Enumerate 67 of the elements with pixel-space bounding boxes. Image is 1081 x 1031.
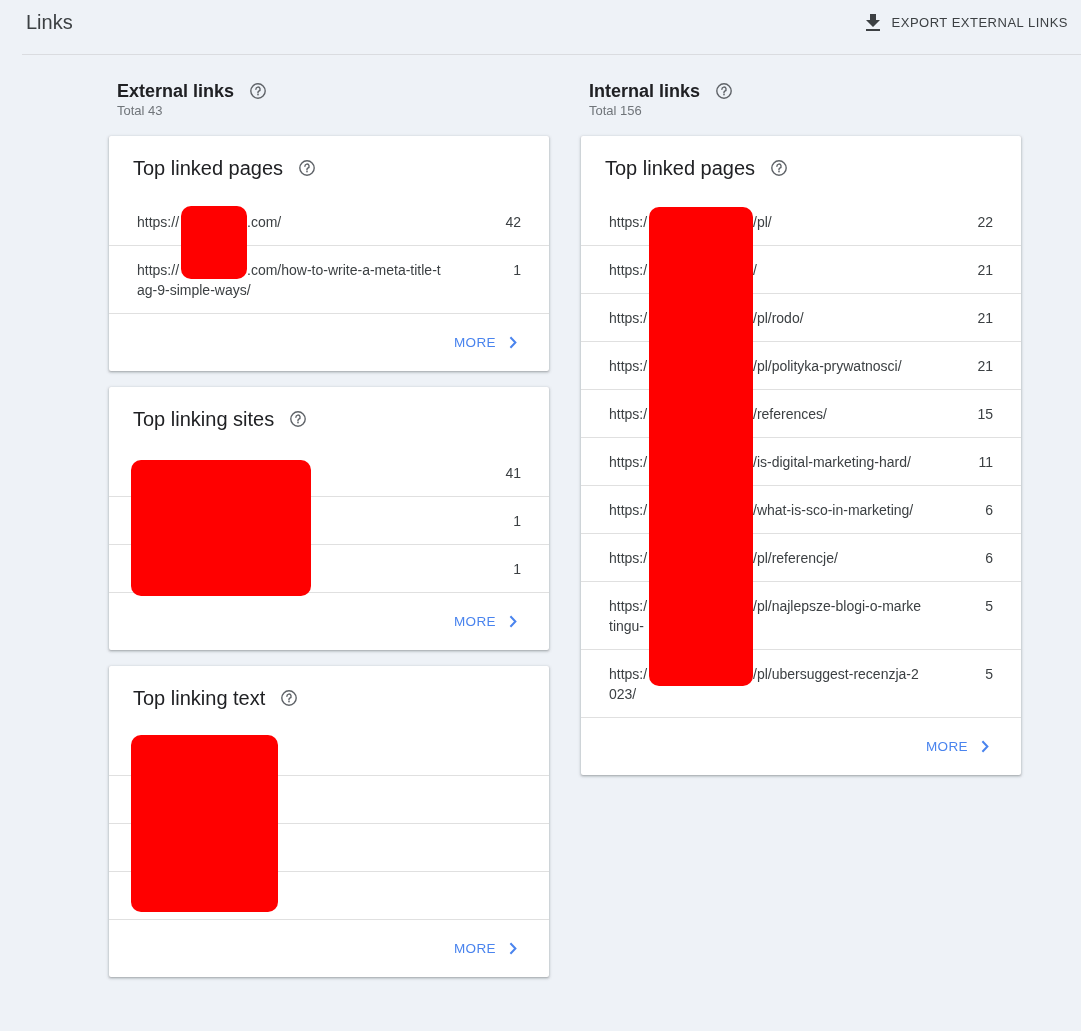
card-title: Top linking text (133, 686, 266, 710)
help-icon[interactable] (250, 83, 267, 99)
card-title: Top linked pages (133, 156, 284, 180)
link-count: 21 (977, 261, 993, 280)
url-text: 023/ (609, 685, 637, 704)
link-count: 5 (985, 665, 993, 684)
total-count: Total 156 (589, 103, 642, 119)
link-count: 21 (977, 309, 993, 328)
url-text: https:/ (609, 405, 648, 424)
url-text: https:/ (609, 665, 648, 684)
total-count: Total 43 (117, 103, 163, 119)
help-icon[interactable] (299, 160, 316, 176)
link-count: 42 (505, 213, 521, 232)
url-text: /is-digital-marketing-hard/ (753, 453, 911, 472)
link-count: 6 (985, 549, 993, 568)
url-text: https:/ (609, 453, 648, 472)
url-text: /pl/ (753, 213, 772, 232)
chevron-right-icon (509, 615, 517, 628)
link-count: 15 (977, 405, 993, 424)
url-text: ag-9-simple-ways/ (137, 281, 251, 300)
url-text: /pl/rodo/ (753, 309, 804, 328)
url-text: /pl/polityka-prywatnosci/ (753, 357, 902, 376)
link-count: 11 (978, 453, 993, 472)
chevron-right-icon (509, 942, 517, 955)
more-button[interactable]: MORE (453, 935, 517, 962)
link-count: 1 (513, 512, 521, 531)
link-count: 41 (505, 464, 521, 483)
url-text: /references/ (753, 405, 827, 424)
help-icon[interactable] (281, 690, 298, 706)
url-text: https:/ (609, 261, 648, 280)
link-count: 5 (985, 597, 993, 616)
chevron-right-icon (981, 740, 989, 753)
url-text: /pl/referencje/ (753, 549, 838, 568)
url-text: / (753, 261, 757, 280)
export-button[interactable]: EXPORT EXTERNAL LINKS (857, 7, 1076, 37)
more-button[interactable]: MORE (925, 733, 989, 760)
page-title: Links (26, 10, 73, 34)
url-text: https:/ (609, 357, 648, 376)
link-count: 6 (985, 501, 993, 520)
section-title: External links (117, 80, 235, 103)
section-title: Internal links (589, 80, 701, 103)
download-icon (865, 13, 880, 31)
chevron-right-icon (509, 336, 517, 349)
url-text: .com/ (247, 213, 282, 232)
help-icon[interactable] (716, 83, 733, 99)
help-icon[interactable] (771, 160, 788, 176)
url-text: https:// (137, 261, 180, 280)
url-text: https:// (137, 213, 180, 232)
url-text: https:/ (609, 597, 648, 616)
link-count: 1 (513, 261, 521, 280)
card-title: Top linked pages (605, 156, 756, 180)
link-count: 22 (977, 213, 993, 232)
url-text: tingu- (609, 617, 645, 636)
url-text: /pl/ubersuggest-recenzja-2 (753, 665, 919, 684)
url-text: https:/ (609, 213, 648, 232)
more-button[interactable]: MORE (453, 608, 517, 635)
link-count: 1 (513, 560, 521, 579)
url-text: /pl/najlepsze-blogi-o-marke (753, 597, 922, 616)
card-title: Top linking sites (133, 407, 275, 431)
url-text: .com/how-to-write-a-meta-title-t (247, 261, 441, 280)
url-text: https:/ (609, 309, 648, 328)
more-button[interactable]: MORE (453, 329, 517, 356)
url-text: https:/ (609, 549, 648, 568)
link-count: 21 (977, 357, 993, 376)
url-text: /what-is-sco-in-marketing/ (753, 501, 914, 520)
help-icon[interactable] (290, 411, 307, 427)
url-text: https:/ (609, 501, 648, 520)
